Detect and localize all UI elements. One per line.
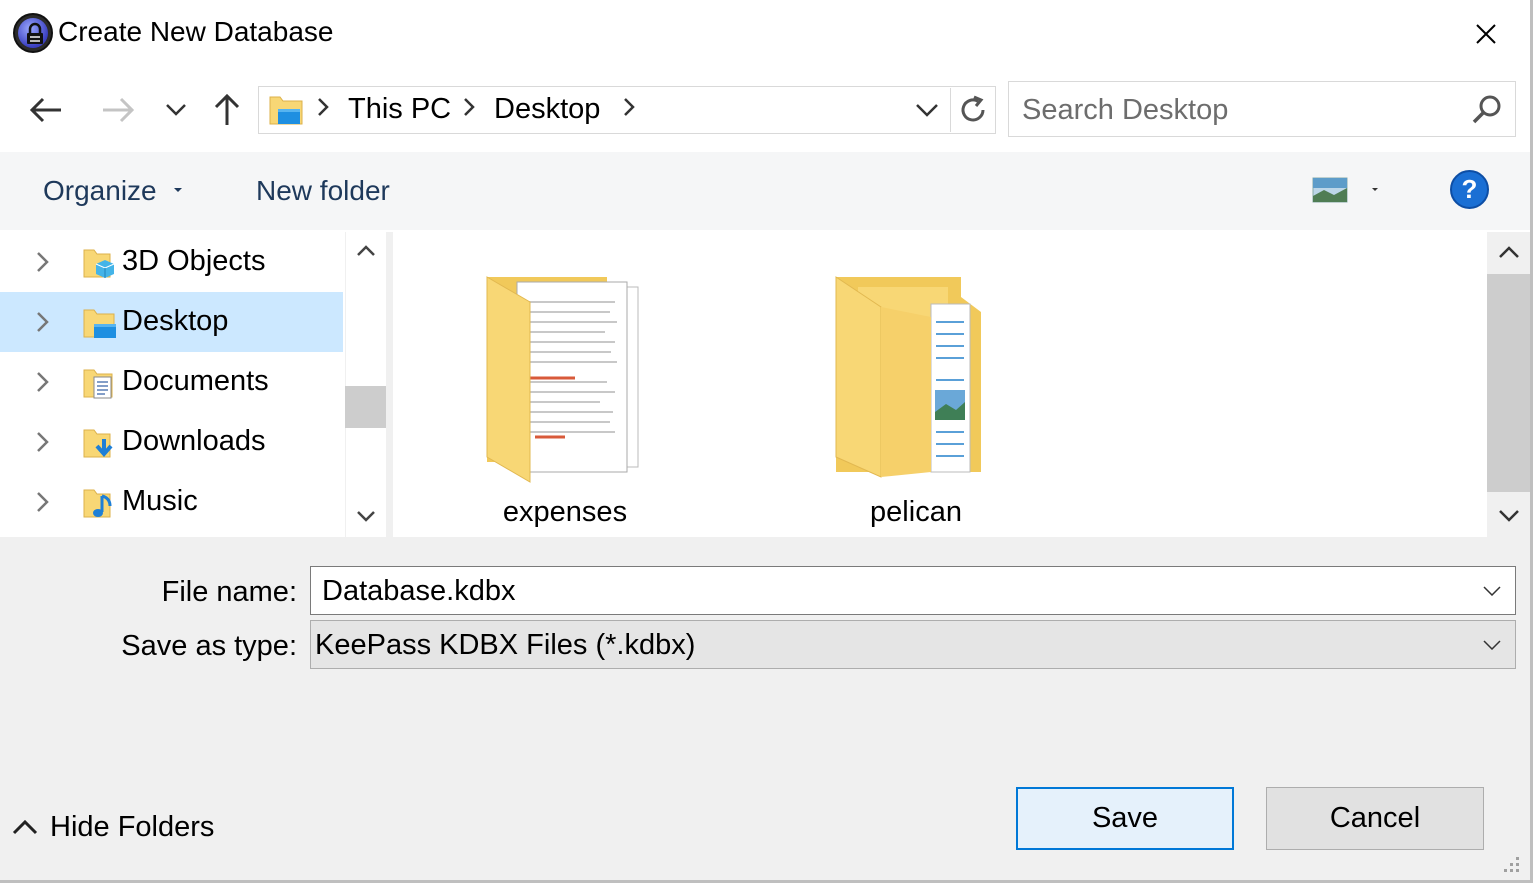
- organize-button[interactable]: Organize: [43, 175, 157, 207]
- close-icon: [1476, 24, 1496, 44]
- folder-with-image-icon: [835, 276, 981, 478]
- downloads-folder-icon: [83, 429, 113, 458]
- tree-item-downloads[interactable]: Downloads: [0, 412, 343, 472]
- chevron-down-icon: [166, 104, 186, 116]
- filename-dropdown-button[interactable]: [1469, 567, 1515, 614]
- chevron-right-icon[interactable]: [35, 430, 51, 454]
- refresh-icon: [961, 95, 985, 122]
- chevron-right-icon[interactable]: [35, 310, 51, 334]
- chevron-up-icon: [356, 245, 375, 256]
- chevron-down-icon: [1483, 585, 1501, 596]
- search-icon[interactable]: [1471, 94, 1503, 126]
- file-item-label: expenses: [502, 496, 628, 528]
- cancel-button[interactable]: Cancel: [1266, 787, 1484, 850]
- arrow-left-icon: [29, 97, 61, 123]
- savetype-dropdown-button[interactable]: [1469, 621, 1515, 668]
- chevron-right-icon: [318, 98, 329, 116]
- chevron-up-icon: [12, 819, 38, 835]
- breadcrumb-this-pc[interactable]: This PC: [348, 93, 451, 126]
- chevron-down-icon: [356, 511, 375, 522]
- tree-item-label: Music: [122, 485, 198, 517]
- back-button[interactable]: [24, 88, 68, 132]
- arrow-right-icon: [103, 97, 135, 123]
- chevron-down-icon: [1483, 639, 1501, 650]
- close-button[interactable]: [1460, 12, 1512, 56]
- filename-combobox: [310, 566, 1516, 615]
- file-item-label: pelican: [870, 496, 962, 528]
- tree-item-music[interactable]: Music: [0, 472, 343, 532]
- file-list-scrollbar-thumb[interactable]: [1487, 274, 1530, 492]
- file-item-expenses[interactable]: expenses: [435, 232, 695, 532]
- save-button[interactable]: Save: [1016, 787, 1234, 850]
- arrow-up-icon: [214, 93, 240, 125]
- file-list-scroll-down-button[interactable]: [1487, 495, 1530, 535]
- chevron-right-icon[interactable]: [622, 96, 636, 118]
- address-history-dropdown[interactable]: [906, 88, 948, 132]
- music-folder-icon: [83, 489, 112, 518]
- keepass-lock-icon: [13, 13, 53, 53]
- change-view-button[interactable]: [1312, 176, 1382, 206]
- file-list-scroll-up-button[interactable]: [1487, 232, 1530, 272]
- chevron-down-icon: [1498, 509, 1519, 522]
- file-list: expenses pelican: [393, 232, 1487, 537]
- filename-input[interactable]: [322, 574, 1462, 608]
- tree-item-3d-objects[interactable]: 3D Objects: [0, 232, 343, 292]
- new-folder-button[interactable]: New folder: [256, 175, 390, 207]
- resize-grip-icon[interactable]: [1500, 853, 1522, 875]
- desktop-folder-icon: [268, 93, 304, 132]
- documents-folder-icon: [83, 369, 113, 399]
- tree-scrollbar[interactable]: [345, 232, 386, 537]
- chevron-down-icon: [916, 104, 938, 117]
- folder-tree: 3D Objects Desktop Documents Downloads M…: [0, 232, 345, 537]
- chevron-right-icon[interactable]: [462, 96, 476, 118]
- tree-scroll-up-button[interactable]: [345, 232, 386, 270]
- large-icons-view-icon: [1312, 177, 1378, 203]
- savetype-label: Save as type:: [121, 630, 297, 662]
- recent-locations-button[interactable]: [154, 88, 198, 132]
- desktop-folder-icon: [83, 309, 116, 338]
- command-toolbar: [0, 152, 1533, 230]
- pane-splitter[interactable]: [386, 232, 393, 537]
- hide-folders-button[interactable]: Hide Folders: [12, 806, 214, 848]
- refresh-button[interactable]: [950, 88, 995, 132]
- chevron-up-icon: [1498, 245, 1519, 258]
- forward-button[interactable]: [96, 88, 140, 132]
- search-input[interactable]: [1022, 92, 1462, 128]
- tree-item-label: 3D Objects: [122, 245, 266, 277]
- window-title: Create New Database: [58, 16, 334, 47]
- tree-item-desktop[interactable]: Desktop: [0, 292, 343, 352]
- savetype-value: KeePass KDBX Files (*.kdbx): [315, 629, 696, 661]
- chevron-right-icon[interactable]: [35, 250, 51, 274]
- folder-with-documents-icon: [486, 276, 639, 483]
- tree-item-documents[interactable]: Documents: [0, 352, 343, 412]
- chevron-right-icon[interactable]: [35, 370, 51, 394]
- file-item-pelican[interactable]: pelican: [786, 232, 1046, 532]
- tree-scrollbar-thumb[interactable]: [345, 386, 386, 428]
- caret-down-icon: [174, 188, 182, 192]
- tree-item-label: Desktop: [122, 305, 229, 337]
- savetype-select[interactable]: KeePass KDBX Files (*.kdbx): [310, 620, 1516, 669]
- help-button[interactable]: ?: [1450, 170, 1489, 209]
- up-button[interactable]: [205, 88, 249, 132]
- 3d-objects-folder-icon: [83, 249, 115, 278]
- filename-label: File name:: [161, 576, 297, 608]
- hide-folders-label: Hide Folders: [50, 810, 215, 843]
- tree-item-label: Documents: [122, 365, 269, 397]
- chevron-right-icon[interactable]: [35, 490, 51, 514]
- tree-scroll-down-button[interactable]: [345, 497, 386, 535]
- tree-item-label: Downloads: [122, 425, 266, 457]
- breadcrumb-desktop[interactable]: Desktop: [494, 93, 600, 126]
- search-box: [1008, 81, 1516, 137]
